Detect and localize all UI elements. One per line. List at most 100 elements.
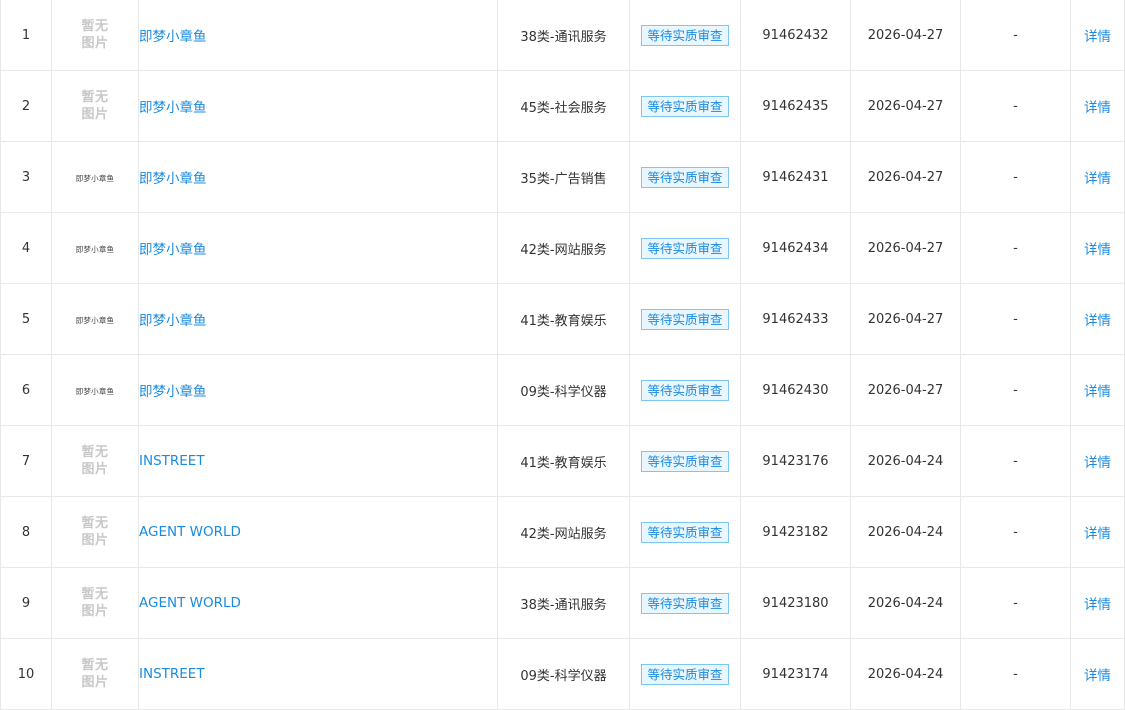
extra-field: - [960,212,1071,284]
extra-field: - [960,283,1071,355]
trademark-name-link[interactable]: INSTREET [139,453,205,469]
trademark-image-cell: 即梦小章鱼 [51,283,139,355]
registration-number: 91462430 [740,354,851,426]
registration-number: 91423174 [740,638,851,710]
detail-link[interactable]: 详情 [1084,668,1111,684]
detail-link[interactable]: 详情 [1084,171,1111,187]
no-image-text-line1: 暂无 [81,19,109,34]
extra-field: - [960,70,1071,142]
status-cell: 等待实质审查 [629,0,741,71]
table-row: 10 暂无 图片 INSTREET 09类-科学仪器 等待实质审查 914231… [0,638,1125,710]
action-cell: 详情 [1070,425,1125,497]
table-row: 6 即梦小章鱼 即梦小章鱼 09类-科学仪器 等待实质审查 91462430 2… [0,354,1125,426]
action-cell: 详情 [1070,141,1125,213]
trademark-name-link[interactable]: 即梦小章鱼 [139,242,207,258]
extra-field: - [960,567,1071,639]
extra-field: - [960,496,1071,568]
no-image-text-line2: 图片 [81,533,109,548]
detail-link[interactable]: 详情 [1084,242,1111,258]
row-index: 2 [0,70,52,142]
trademark-image-cell: 即梦小章鱼 [51,212,139,284]
no-image-text-line2: 图片 [81,604,109,619]
trademark-logo-image: 即梦小章鱼 [75,386,115,396]
detail-link[interactable]: 详情 [1084,313,1111,329]
no-image-placeholder: 暂无 图片 [75,515,115,549]
trademark-name-cell: INSTREET [138,425,498,497]
trademark-table: 1 暂无 图片 即梦小章鱼 38类-通讯服务 等待实质审查 91462432 2… [0,0,1125,710]
detail-link[interactable]: 详情 [1084,384,1111,400]
status-cell: 等待实质审查 [629,638,741,710]
no-image-text-line1: 暂无 [81,516,109,531]
row-index: 9 [0,567,52,639]
trademark-name-link[interactable]: 即梦小章鱼 [139,100,207,116]
table-row: 8 暂无 图片 AGENT WORLD 42类-网站服务 等待实质审查 9142… [0,496,1125,568]
application-date: 2026-04-27 [850,354,961,426]
action-cell: 详情 [1070,567,1125,639]
trademark-class: 38类-通讯服务 [497,567,630,639]
detail-link[interactable]: 详情 [1084,455,1111,471]
trademark-image-cell: 暂无 图片 [51,70,139,142]
action-cell: 详情 [1070,212,1125,284]
row-index: 6 [0,354,52,426]
trademark-class: 41类-教育娱乐 [497,283,630,355]
row-index: 4 [0,212,52,284]
trademark-name-cell: 即梦小章鱼 [138,141,498,213]
action-cell: 详情 [1070,638,1125,710]
registration-number: 91462435 [740,70,851,142]
status-badge: 等待实质审查 [641,166,729,188]
no-image-text-line2: 图片 [81,675,109,690]
trademark-name-cell: 即梦小章鱼 [138,354,498,426]
trademark-image-cell: 暂无 图片 [51,638,139,710]
action-cell: 详情 [1070,354,1125,426]
trademark-name-link[interactable]: INSTREET [139,666,205,682]
trademark-name-link[interactable]: 即梦小章鱼 [139,313,207,329]
trademark-name-link[interactable]: 即梦小章鱼 [139,171,207,187]
trademark-name-cell: AGENT WORLD [138,496,498,568]
status-cell: 等待实质审查 [629,141,741,213]
status-badge: 等待实质审查 [641,308,729,330]
detail-link[interactable]: 详情 [1084,526,1111,542]
row-index: 3 [0,141,52,213]
trademark-name-link[interactable]: AGENT WORLD [139,595,241,611]
table-body: 1 暂无 图片 即梦小章鱼 38类-通讯服务 等待实质审查 91462432 2… [0,0,1125,710]
status-cell: 等待实质审查 [629,425,741,497]
extra-field: - [960,0,1071,71]
registration-number: 91423180 [740,567,851,639]
application-date: 2026-04-24 [850,638,961,710]
action-cell: 详情 [1070,496,1125,568]
application-date: 2026-04-27 [850,283,961,355]
table-row: 9 暂无 图片 AGENT WORLD 38类-通讯服务 等待实质审查 9142… [0,567,1125,639]
trademark-name-link[interactable]: AGENT WORLD [139,524,241,540]
no-image-text-line2: 图片 [81,462,109,477]
trademark-class: 38类-通讯服务 [497,0,630,71]
trademark-name-link[interactable]: 即梦小章鱼 [139,29,207,45]
detail-link[interactable]: 详情 [1084,597,1111,613]
action-cell: 详情 [1070,70,1125,142]
application-date: 2026-04-27 [850,0,961,71]
trademark-logo-image: 即梦小章鱼 [75,315,115,325]
status-cell: 等待实质审查 [629,70,741,142]
table-row: 4 即梦小章鱼 即梦小章鱼 42类-网站服务 等待实质审查 91462434 2… [0,212,1125,284]
trademark-name-link[interactable]: 即梦小章鱼 [139,384,207,400]
trademark-name-cell: AGENT WORLD [138,567,498,639]
action-cell: 详情 [1070,283,1125,355]
trademark-name-cell: 即梦小章鱼 [138,70,498,142]
row-index: 5 [0,283,52,355]
status-cell: 等待实质审查 [629,496,741,568]
trademark-name-cell: INSTREET [138,638,498,710]
status-cell: 等待实质审查 [629,354,741,426]
trademark-class: 09类-科学仪器 [497,638,630,710]
detail-link[interactable]: 详情 [1084,29,1111,45]
trademark-name-cell: 即梦小章鱼 [138,0,498,71]
no-image-placeholder: 暂无 图片 [75,18,115,52]
no-image-text-line2: 图片 [81,36,109,51]
trademark-class: 09类-科学仪器 [497,354,630,426]
status-badge: 等待实质审查 [641,592,729,614]
trademark-class: 42类-网站服务 [497,496,630,568]
trademark-class: 45类-社会服务 [497,70,630,142]
extra-field: - [960,638,1071,710]
trademark-logo-image: 即梦小章鱼 [75,244,115,254]
detail-link[interactable]: 详情 [1084,100,1111,116]
application-date: 2026-04-27 [850,141,961,213]
extra-field: - [960,141,1071,213]
